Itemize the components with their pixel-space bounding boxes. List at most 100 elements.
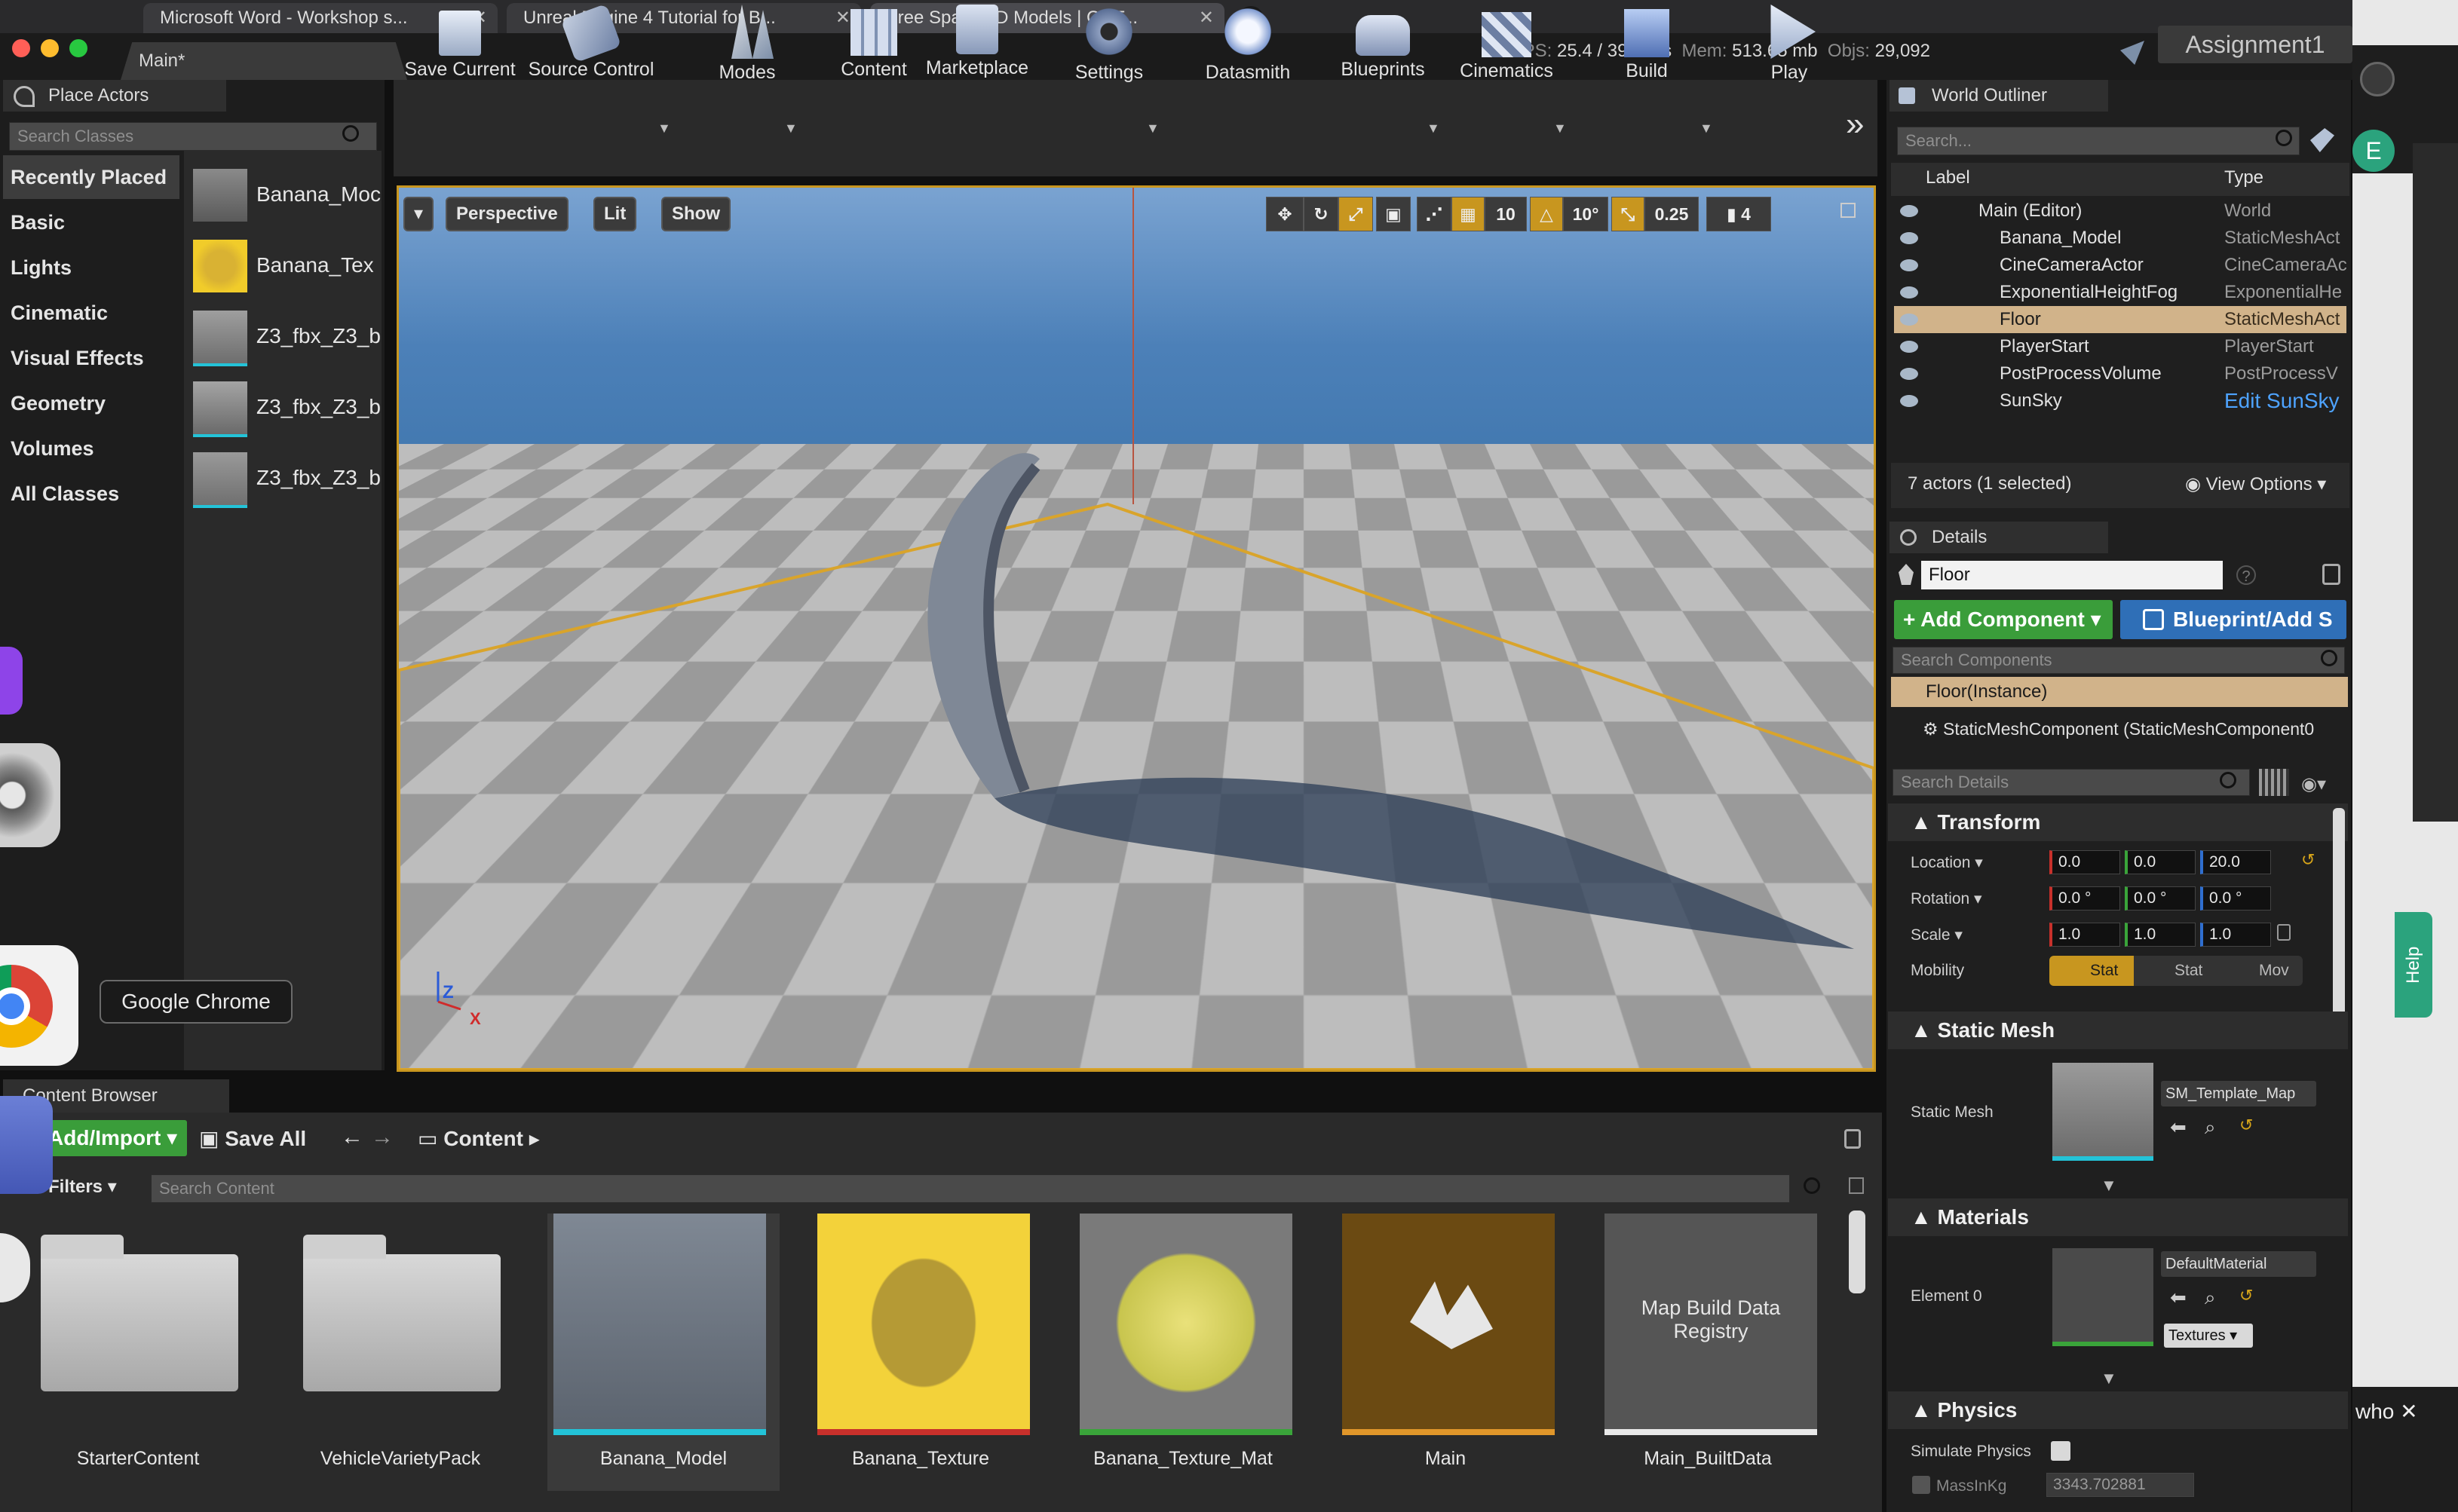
mobility-static-button[interactable]: Stat	[2049, 956, 2134, 986]
translate-tool-icon[interactable]: ✥	[1266, 197, 1304, 231]
forward-icon[interactable]: →	[371, 1125, 394, 1150]
asset-item[interactable]: Banana_Tex	[193, 235, 382, 295]
outliner-row[interactable]: PlayerStart PlayerStart	[1894, 333, 2346, 360]
search-details-input[interactable]: Search Details	[1893, 769, 2250, 796]
lock-icon[interactable]	[1844, 1129, 1861, 1149]
rotation-snap-icon[interactable]: △	[1530, 197, 1563, 231]
scale-y-field[interactable]: 1.0	[2125, 923, 2196, 947]
outliner-row[interactable]: PostProcessVolume PostProcessV	[1894, 360, 2346, 387]
location-z-field[interactable]: 20.0	[2200, 850, 2271, 874]
build-button[interactable]: Build	[1609, 5, 1684, 93]
breadcrumb[interactable]: ▭ Content ▸	[418, 1126, 540, 1151]
search-icon[interactable]	[2220, 772, 2236, 788]
filters-button[interactable]: Filters ▾	[48, 1176, 117, 1198]
user-avatar[interactable]: E	[2352, 130, 2395, 172]
datasmith-button[interactable]: Datasmith	[1199, 5, 1297, 93]
category-visual-effects[interactable]: Visual Effects	[3, 336, 179, 380]
category-recently-placed[interactable]: Recently Placed	[3, 155, 179, 199]
outliner-row-selected[interactable]: Floor StaticMeshAct	[1894, 306, 2346, 333]
textures-dropdown[interactable]: Textures ▾	[2164, 1324, 2253, 1348]
expand-icon[interactable]: ▼	[2101, 1369, 2117, 1388]
save-current-button[interactable]: Save Current	[401, 5, 519, 93]
blueprints-button[interactable]: Blueprints	[1330, 5, 1436, 93]
chevron-down-icon[interactable]: ▼	[1553, 121, 1567, 136]
avatar[interactable]	[2360, 62, 2395, 96]
place-actors-tab[interactable]: Place Actors	[3, 80, 226, 112]
outliner-col-label[interactable]: Label	[1926, 167, 1970, 188]
back-icon[interactable]: ←	[341, 1125, 363, 1150]
physics-section-header[interactable]: ▲ Physics	[1888, 1391, 2348, 1429]
scale-z-field[interactable]: 1.0	[2200, 923, 2271, 947]
scale-x-field[interactable]: 1.0	[2049, 923, 2120, 947]
modes-button[interactable]: Modes	[706, 5, 789, 93]
maximize-window-icon[interactable]	[69, 39, 87, 57]
outliner-row[interactable]: SunSky Edit SunSky	[1894, 387, 2346, 415]
outliner-row[interactable]: CineCameraActor CineCameraAc	[1894, 252, 2346, 279]
content-item[interactable]: Map Build Data Registry Main_BuiltData	[1598, 1214, 1817, 1491]
show-button[interactable]: Show	[661, 197, 731, 231]
minimize-window-icon[interactable]	[41, 39, 59, 57]
mass-field[interactable]: 3343.702881	[2046, 1473, 2194, 1497]
scale-snap-icon[interactable]: ⤡	[1611, 197, 1644, 231]
rotation-snap-value[interactable]: 10°	[1563, 197, 1608, 231]
camera-speed-button[interactable]: ▮ 4	[1706, 197, 1771, 231]
category-geometry[interactable]: Geometry	[3, 381, 179, 425]
visibility-icon[interactable]	[1900, 395, 1918, 407]
search-icon[interactable]	[342, 125, 359, 142]
content-button[interactable]: Content	[834, 5, 914, 93]
rotation-x-field[interactable]: 0.0 °	[2049, 886, 2120, 911]
toolbar-overflow-icon[interactable]: »	[1846, 106, 1864, 143]
chevron-down-icon[interactable]: ▼	[1146, 121, 1160, 136]
content-scrollbar[interactable]	[1849, 1211, 1865, 1293]
material-dropdown[interactable]: DefaultMaterial	[2161, 1251, 2316, 1277]
location-y-field[interactable]: 0.0	[2125, 850, 2196, 874]
static-mesh-component-row[interactable]: ⚙ StaticMeshComponent (StaticMeshCompone…	[1923, 719, 2348, 739]
details-tab[interactable]: Details	[1889, 522, 2108, 553]
mass-override-checkbox[interactable]	[1912, 1476, 1930, 1494]
scale-tool-icon[interactable]: ⤢	[1338, 197, 1373, 231]
category-volumes[interactable]: Volumes	[3, 427, 179, 470]
search-components-input[interactable]: Search Components	[1893, 647, 2345, 674]
material-thumbnail[interactable]	[2052, 1248, 2153, 1346]
asset-item[interactable]: Z3_fbx_Z3_b	[193, 306, 382, 366]
content-item[interactable]: Main	[1336, 1214, 1555, 1491]
use-selected-icon[interactable]: ⬅	[2170, 1116, 2187, 1139]
simulate-physics-checkbox[interactable]	[2051, 1441, 2070, 1461]
chrome-dock-tile[interactable]	[0, 945, 78, 1066]
outliner-row[interactable]: ExponentialHeightFog ExponentialHe	[1894, 279, 2346, 306]
visibility-filter-icon[interactable]: ◉▾	[2301, 773, 2346, 794]
scale-snap-value[interactable]: 0.25	[1644, 197, 1699, 231]
scale-lock-icon[interactable]	[2277, 924, 2291, 941]
save-all-button[interactable]: ▣ Save All	[199, 1126, 306, 1151]
content-item[interactable]: Banana_Texture_Mat	[1074, 1214, 1292, 1491]
category-all-classes[interactable]: All Classes	[3, 472, 179, 516]
visibility-icon[interactable]	[1900, 232, 1918, 244]
marketplace-button[interactable]: Marketplace	[921, 5, 1033, 93]
add-component-button[interactable]: + Add Component ▾	[1894, 600, 2113, 639]
actor-name-field[interactable]: Floor	[1921, 561, 2223, 589]
chevron-down-icon[interactable]: ▼	[1427, 121, 1440, 136]
level-tab[interactable]: Main*	[121, 42, 407, 80]
chevron-down-icon[interactable]: ▼	[657, 121, 671, 136]
static-mesh-dropdown[interactable]: SM_Template_Map	[2161, 1081, 2316, 1106]
static-mesh-section-header[interactable]: ▲ Static Mesh	[1888, 1012, 2348, 1049]
close-window-icon[interactable]	[12, 39, 30, 57]
location-x-field[interactable]: 0.0	[2049, 850, 2120, 874]
background-notification[interactable]: who ✕	[2352, 1387, 2458, 1512]
settings-button[interactable]: Settings	[1063, 5, 1155, 93]
asset-item[interactable]: Z3_fbx_Z3_b	[193, 448, 382, 508]
search-icon[interactable]	[1804, 1177, 1820, 1194]
search-classes-input[interactable]: Search Classes	[9, 122, 377, 151]
rotation-z-field[interactable]: 0.0 °	[2200, 886, 2271, 911]
surface-snap-icon[interactable]: ⋰	[1417, 197, 1451, 231]
cinematics-button[interactable]: Cinematics	[1452, 5, 1561, 93]
content-item-selected[interactable]: Banana_Model	[547, 1214, 780, 1491]
grid-snap-value[interactable]: 10	[1485, 197, 1527, 231]
outliner-row[interactable]: Banana_Model StaticMeshAct	[1894, 225, 2346, 252]
mobility-movable-button[interactable]: Mov	[2218, 956, 2303, 986]
use-selected-icon[interactable]: ⬅	[2170, 1286, 2187, 1309]
category-cinematic[interactable]: Cinematic	[3, 291, 179, 335]
world-outliner-tab[interactable]: World Outliner	[1889, 80, 2108, 112]
materials-section-header[interactable]: ▲ Materials	[1888, 1198, 2348, 1236]
content-item-folder[interactable]: StarterContent	[29, 1214, 247, 1491]
